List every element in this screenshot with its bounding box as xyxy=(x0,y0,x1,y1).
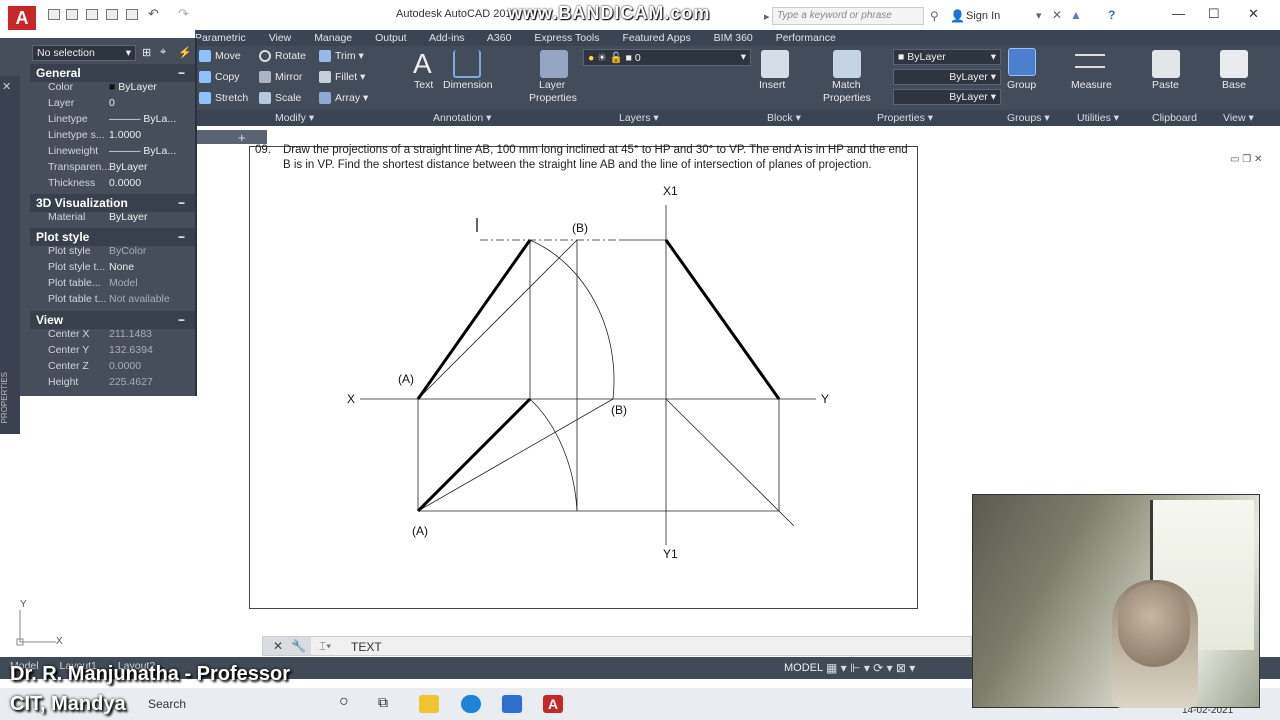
status-toggles[interactable]: ▦ ▾ ⊩ ▾ ⟳ ▾ ⊠ ▾ xyxy=(826,661,915,675)
taskbar-search[interactable]: Search xyxy=(148,697,186,711)
label-a-top: (A) xyxy=(412,524,428,538)
label-x1: X1 xyxy=(663,184,678,198)
construction-arc xyxy=(529,398,578,512)
command-input[interactable]: TEXT xyxy=(351,640,382,654)
webcam-presenter-head xyxy=(1118,583,1190,667)
institute-overlay: CIT, Mandya xyxy=(10,693,126,715)
ucs-x-label: X xyxy=(56,636,63,647)
cortana-icon[interactable]: ○ xyxy=(339,693,349,711)
presenter-name-overlay: Dr. R. Manjunatha - Professor xyxy=(10,663,291,685)
file-explorer-icon[interactable] xyxy=(419,695,439,713)
construction-line xyxy=(417,239,578,400)
front-view-line-ab[interactable] xyxy=(416,239,532,400)
command-line[interactable]: ✕ 🔧 ⌶▾ TEXT xyxy=(262,636,972,656)
construction-arc xyxy=(529,239,615,400)
top-view-line-ab[interactable] xyxy=(416,397,532,513)
label-b-front: (B) xyxy=(572,221,588,235)
prompt-icon: ⌶▾ xyxy=(319,639,332,653)
label-a-front: (A) xyxy=(398,372,414,386)
ucs-icon: Y X xyxy=(16,599,63,647)
side-view-line-ab[interactable] xyxy=(664,239,781,400)
label-b-top: (B) xyxy=(611,403,627,417)
construction-line xyxy=(417,398,614,512)
label-y1: Y1 xyxy=(663,547,678,561)
wrench-icon[interactable]: 🔧 xyxy=(291,639,306,653)
task-view-icon[interactable]: ⧉ xyxy=(378,694,388,711)
mail-icon[interactable] xyxy=(502,695,522,713)
model-space-button[interactable]: MODEL xyxy=(784,662,823,674)
label-x: X xyxy=(347,392,355,406)
label-y: Y xyxy=(821,392,829,406)
construction-line xyxy=(665,398,795,527)
ucs-y-label: Y xyxy=(20,599,27,610)
autocad-taskbar-icon[interactable]: A xyxy=(543,695,563,713)
edge-icon[interactable] xyxy=(461,695,481,713)
close-icon[interactable]: ✕ xyxy=(273,639,283,653)
